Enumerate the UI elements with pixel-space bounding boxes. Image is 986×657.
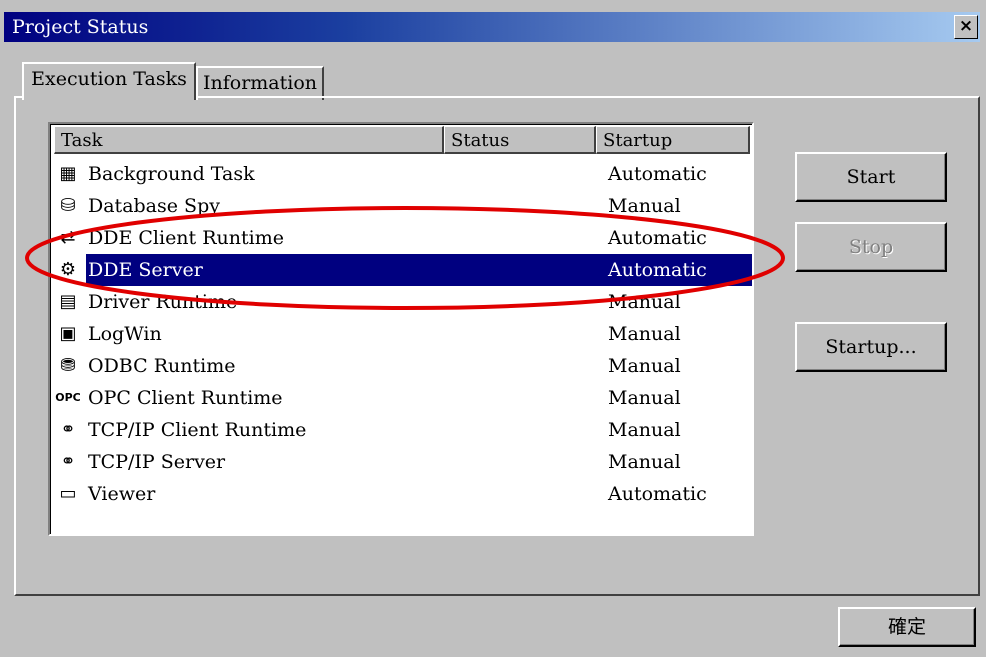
list-item[interactable]: ▭ Viewer Automatic [54,478,750,510]
task-name: ODBC Runtime [88,355,236,377]
tcpip-server-icon: ⚭ [60,451,76,472]
database-spy-icon: ⛁ [60,195,76,216]
list-item[interactable]: ⛁ Database Spy Manual [54,190,750,222]
task-name: DDE Client Runtime [88,227,284,249]
list-item[interactable]: ▣ LogWin Manual [54,318,750,350]
stop-button[interactable]: Stop [795,222,947,272]
start-button[interactable]: Start [795,152,947,202]
list-item[interactable]: ⛃ ODBC Runtime Manual [54,350,750,382]
task-startup: Automatic [608,227,707,249]
viewer-icon: ▭ [59,483,77,504]
tab-information[interactable]: Information [196,66,324,100]
startup-button[interactable]: Startup... [795,322,947,372]
task-name: Database Spy [88,195,220,217]
background-task-icon: ▦ [59,163,77,184]
task-startup: Manual [608,419,681,441]
list-item[interactable]: ⚭ TCP/IP Client Runtime Manual [54,414,750,446]
task-name: TCP/IP Client Runtime [88,419,307,441]
list-item[interactable]: OPC OPC Client Runtime Manual [54,382,750,414]
task-name: TCP/IP Server [88,451,226,473]
list-item[interactable]: ⚭ TCP/IP Server Manual [54,446,750,478]
column-header-task[interactable]: Task [54,126,444,154]
list-item[interactable]: ⇄ DDE Client Runtime Automatic [54,222,750,254]
task-startup: Automatic [608,163,707,185]
list-item[interactable]: ▤ Driver Runtime Manual [54,286,750,318]
tcpip-client-icon: ⚭ [60,419,76,440]
driver-runtime-icon: ▤ [59,291,77,312]
dde-client-icon: ⇄ [60,227,76,248]
task-startup: Manual [608,291,681,313]
task-name: Driver Runtime [88,291,238,313]
task-startup: Automatic [608,483,707,505]
task-startup: Manual [608,323,681,345]
window-title: Project Status [12,16,149,38]
logwin-icon: ▣ [59,323,77,344]
task-startup: Automatic [608,259,707,281]
tab-execution-tasks[interactable]: Execution Tasks [22,62,196,100]
task-list[interactable]: Task Status Startup ▦ Background Task Auto… [48,122,754,536]
list-item[interactable]: ▦ Background Task Automatic [54,158,750,190]
task-startup: Manual [608,355,681,377]
opc-client-icon: OPC [55,391,81,404]
dde-server-icon: ⚙ [59,259,77,280]
odbc-runtime-icon: ⛃ [60,355,76,376]
ok-button[interactable]: 確定 [838,607,976,647]
column-header-startup[interactable]: Startup [596,126,750,154]
list-item[interactable]: ⚙ DDE Server Automatic [54,254,752,286]
task-name: OPC Client Runtime [88,387,283,409]
task-startup: Manual [608,387,681,409]
project-status-dialog: Project Status × Execution Tasks Informa… [0,0,986,657]
close-button[interactable]: × [954,15,978,39]
task-name: Viewer [88,483,156,505]
task-name: LogWin [88,323,162,345]
task-startup: Manual [608,195,681,217]
task-startup: Manual [608,451,681,473]
column-header-status[interactable]: Status [444,126,596,154]
title-bar: Project Status × [4,12,980,42]
task-name: Background Task [88,163,255,185]
